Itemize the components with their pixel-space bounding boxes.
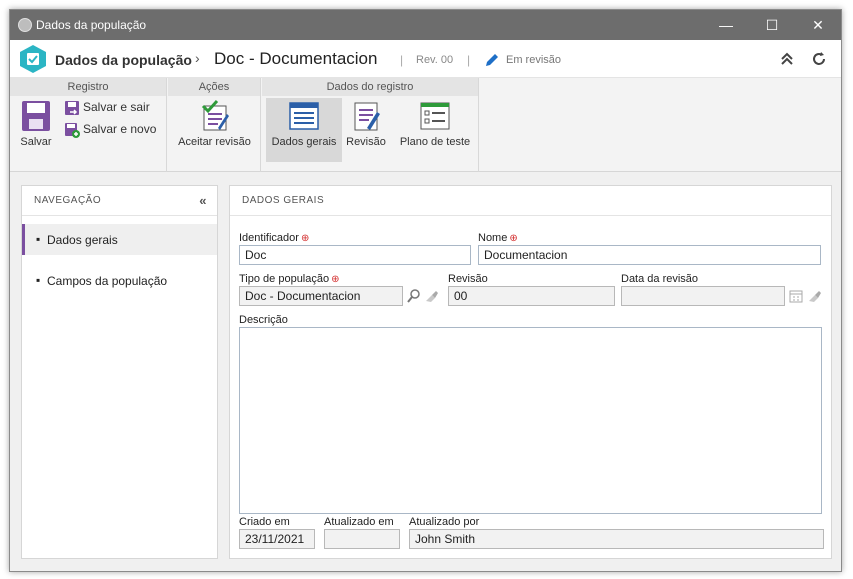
clear-eraser-icon[interactable] [423, 288, 439, 304]
updated-on-field [324, 529, 400, 549]
collapse-left-icon[interactable]: « [199, 193, 207, 208]
record-header: Dados da população › Doc - Documentacion… [10, 40, 841, 78]
revision-label: Rev. 00 [416, 54, 454, 66]
maximize-button[interactable]: ☐ [749, 10, 795, 40]
ribbon-group-title: Dados do registro [262, 78, 478, 96]
population-type-label: Tipo de população ⊕ [239, 273, 340, 285]
general-data-button[interactable]: Dados gerais [266, 98, 342, 162]
navigation-title: NAVEGAÇÃO « [22, 186, 217, 216]
save-button[interactable]: Salvar [14, 100, 58, 162]
save-and-exit-button[interactable]: Salvar e sair [64, 100, 150, 116]
updated-by-label: Atualizado por [409, 516, 480, 528]
identifier-label: Identificador ⊕ [239, 232, 310, 244]
ribbon-group-dados: Dados do registro Dados gerais Revisão P… [262, 78, 479, 172]
revision-field: 00 [448, 286, 615, 306]
navigation-title-text: NAVEGAÇÃO [34, 195, 102, 206]
collapse-up-icon[interactable] [778, 50, 796, 68]
name-field[interactable]: Documentacion [478, 245, 821, 265]
name-label: Nome ⊕ [478, 232, 518, 244]
divider: | [467, 53, 471, 67]
accept-revision-button[interactable]: Aceitar revisão [172, 100, 257, 162]
test-plan-icon [420, 102, 450, 130]
ribbon-group-registro: Registro Salvar Salvar e sair Salvar e n… [10, 78, 167, 172]
save-new-label: Salvar e novo [83, 122, 157, 137]
required-icon: ⊕ [331, 274, 340, 285]
status-label: Em revisão [506, 54, 562, 66]
revision-field-label: Revisão [448, 273, 488, 285]
revision-date-label: Data da revisão [621, 273, 699, 285]
required-icon: ⊕ [300, 233, 310, 244]
breadcrumb-parent[interactable]: Dados da população [55, 52, 192, 68]
population-type-field[interactable]: Doc - Documentacion [239, 286, 403, 306]
required-icon: ⊕ [509, 233, 518, 244]
refresh-icon[interactable] [810, 50, 828, 68]
divider: | [400, 53, 404, 67]
nav-item-general-data[interactable]: ▪ Dados gerais [22, 224, 217, 255]
breadcrumb-chevron-icon: › [195, 50, 200, 66]
revision-icon [354, 102, 380, 131]
accept-revision-icon [201, 100, 229, 131]
created-on-label: Criado em [239, 516, 290, 528]
accept-revision-label: Aceitar revisão [178, 136, 251, 148]
ribbon-group-title: Registro [10, 78, 166, 96]
application-window: Dados da população — ☐ ✕ Dados da popula… [9, 9, 842, 572]
nav-item-label: Dados gerais [47, 233, 118, 247]
minimize-button[interactable]: — [703, 10, 749, 40]
description-label: Descrição [239, 314, 288, 326]
test-plan-label: Plano de teste [399, 136, 471, 148]
pencil-icon [486, 54, 498, 66]
nav-item-label: Campos da população [47, 274, 168, 288]
close-button[interactable]: ✕ [795, 10, 841, 40]
created-on-field: 23/11/2021 [239, 529, 315, 549]
ribbon-group-title: Ações [168, 78, 260, 96]
save-icon [22, 101, 50, 131]
description-textarea[interactable] [239, 327, 822, 514]
revision-date-field [621, 286, 785, 306]
revision-button[interactable]: Revisão [344, 100, 388, 162]
general-data-icon [289, 102, 319, 130]
bullet-icon: ▪ [36, 232, 41, 246]
general-data-panel: DADOS GERAIS Identificador ⊕ Doc Nome ⊕ Do… [229, 185, 832, 559]
save-label: Salvar [20, 136, 52, 148]
save-exit-label: Salvar e sair [83, 100, 150, 115]
record-title: Doc - Documentacion [214, 49, 378, 68]
updated-on-label: Atualizado em [324, 516, 394, 528]
revision-label: Revisão [346, 136, 386, 148]
nav-item-population-fields[interactable]: ▪ Campos da população [22, 265, 217, 296]
title-bar: Dados da população — ☐ ✕ [10, 10, 841, 40]
save-new-icon [65, 123, 80, 138]
updated-by-field: John Smith [409, 529, 824, 549]
ribbon-toolbar: Registro Salvar Salvar e sair Salvar e n… [10, 78, 841, 172]
app-icon [18, 18, 32, 32]
test-plan-button[interactable]: Plano de teste [396, 100, 474, 162]
clear-eraser-icon[interactable] [806, 288, 822, 304]
navigation-panel: NAVEGAÇÃO « ▪ Dados gerais ▪ Campos da p… [21, 185, 218, 559]
general-data-label: Dados gerais [271, 136, 337, 148]
identifier-field[interactable]: Doc [239, 245, 471, 265]
ribbon-group-acoes: Ações Aceitar revisão [168, 78, 261, 172]
calendar-icon[interactable] [788, 288, 804, 304]
search-icon[interactable] [406, 288, 422, 304]
save-and-new-button[interactable]: Salvar e novo [64, 122, 156, 138]
save-exit-icon [65, 101, 79, 115]
form-title: DADOS GERAIS [230, 186, 831, 216]
se-logo-icon [20, 45, 46, 73]
window-title: Dados da população [36, 18, 147, 32]
bullet-icon: ▪ [36, 273, 41, 287]
